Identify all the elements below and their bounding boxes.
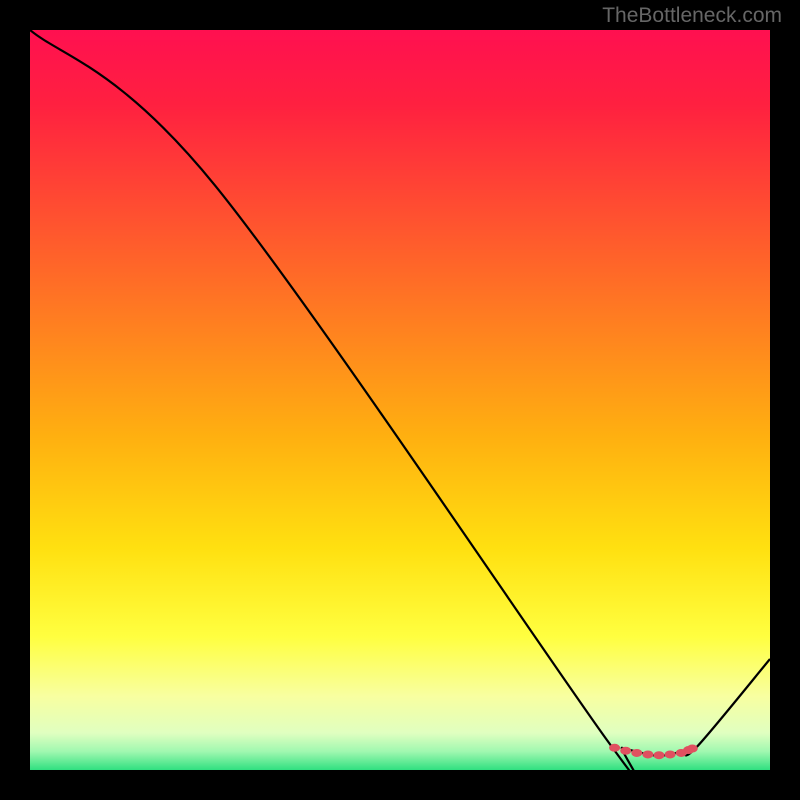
marker-point <box>609 744 620 752</box>
gradient-background <box>30 30 770 770</box>
marker-point <box>687 745 698 753</box>
plot-area <box>30 30 770 770</box>
chart-container: TheBottleneck.com <box>0 0 800 800</box>
line-chart <box>30 30 770 770</box>
marker-point <box>654 751 665 759</box>
watermark-text: TheBottleneck.com <box>602 4 782 28</box>
marker-point <box>620 747 631 755</box>
marker-point <box>665 750 676 758</box>
marker-point <box>631 749 642 757</box>
marker-point <box>642 750 653 758</box>
